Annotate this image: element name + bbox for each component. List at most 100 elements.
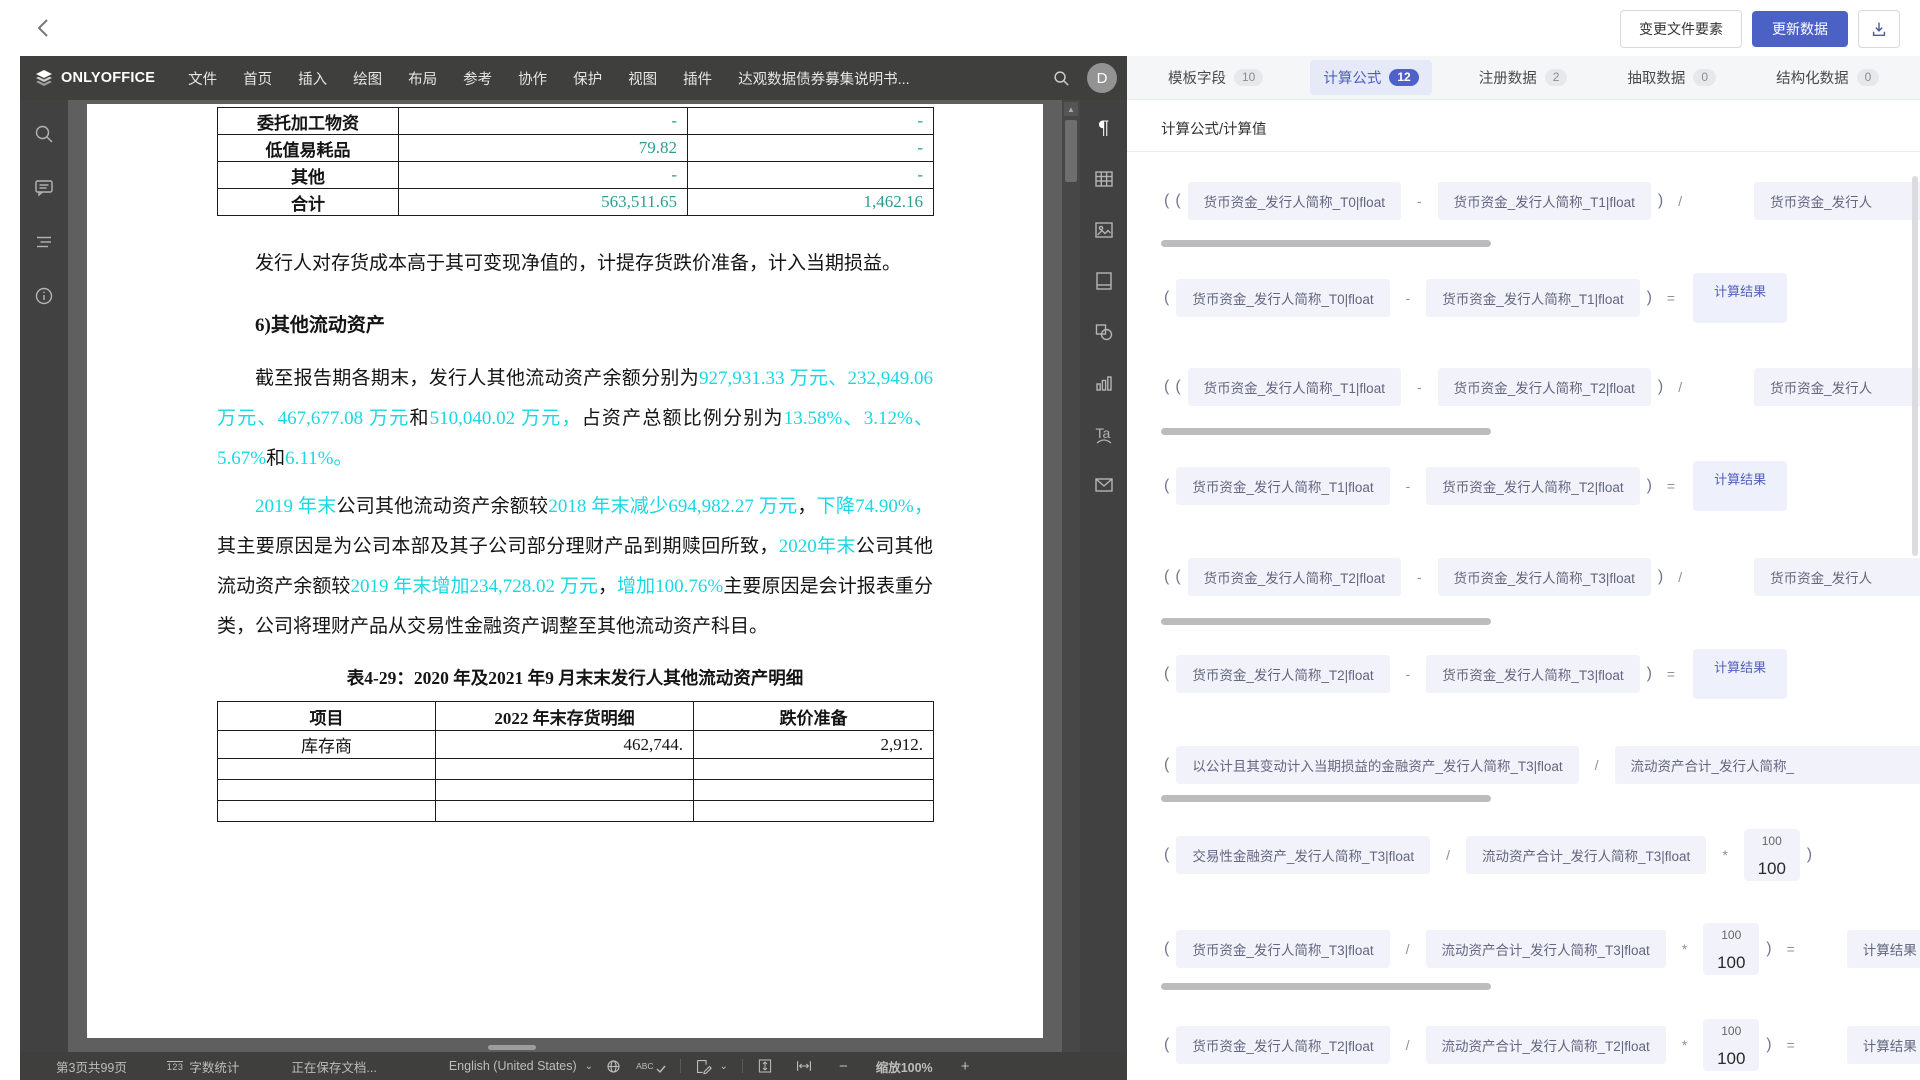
vertical-scrollbar-thumb[interactable] xyxy=(1065,120,1077,182)
formula-scrollbar[interactable] xyxy=(1161,983,1491,990)
search-icon[interactable] xyxy=(32,122,56,146)
field-chip[interactable]: 以公计且其变动计入当期损益的金融资产_发行人简称_T3|float xyxy=(1176,746,1578,784)
menu-item-10[interactable]: 插件 xyxy=(670,56,725,100)
image-settings-icon[interactable] xyxy=(1092,218,1116,242)
zoom-out-button[interactable]: − xyxy=(839,1058,848,1075)
table-header-row: 项目2022 年末存货明细跌价准备 xyxy=(218,702,934,731)
formula-scrollbar[interactable] xyxy=(1161,618,1491,625)
search-icon[interactable] xyxy=(1049,66,1073,90)
spellcheck-icon[interactable]: ABC xyxy=(636,1059,665,1074)
field-chip[interactable]: 货币资金_发行人简称_T2|float xyxy=(1176,655,1389,693)
formula-scrollbar[interactable] xyxy=(1161,428,1491,435)
field-chip[interactable]: 货币资金_发行人简称_T3|float xyxy=(1426,655,1639,693)
document-content: 委托加工物资--低值易耗品79.82-其他--合计563,511.651,462… xyxy=(217,104,933,822)
word-count[interactable]: 123 字数统计 xyxy=(167,1057,240,1076)
formula-scrollbar[interactable] xyxy=(1161,240,1491,247)
formula-row: (货币资金_发行人简称_T1|float-货币资金_发行人简称_T2|float… xyxy=(1161,458,1920,514)
menu-item-2[interactable]: 首页 xyxy=(230,56,285,100)
paren: ( xyxy=(1164,1036,1169,1054)
field-chip[interactable]: 货币资金_发行人简称_T1|float xyxy=(1438,182,1651,220)
field-chip-clipped[interactable]: 流动资产合计_发行人简称_ xyxy=(1615,746,1920,784)
field-chip-clipped[interactable]: 计算结果 xyxy=(1847,930,1920,968)
field-chip[interactable]: 货币资金_发行人简称_T2|float xyxy=(1176,1026,1389,1064)
tab-计算公式[interactable]: 计算公式12 xyxy=(1310,60,1431,95)
set-language-icon[interactable] xyxy=(605,1058,622,1075)
horizontal-scrollbar[interactable] xyxy=(488,1045,536,1050)
change-file-elements-button[interactable]: 变更文件要素 xyxy=(1620,10,1742,48)
chart-settings-icon[interactable] xyxy=(1092,371,1116,395)
shapes-settings-icon[interactable] xyxy=(1092,320,1116,344)
field-chip[interactable]: 货币资金_发行人简称_T1|float xyxy=(1426,279,1639,317)
menu-item-1[interactable]: 文件 xyxy=(175,56,230,100)
calc-result-chip[interactable]: 计算结果 xyxy=(1693,649,1787,699)
comments-icon[interactable] xyxy=(32,176,56,200)
field-chip-clipped[interactable]: 货币资金_发行人 xyxy=(1754,182,1920,220)
field-chip-clipped[interactable]: 货币资金_发行人 xyxy=(1754,558,1920,596)
zoom-level[interactable]: 缩放100% xyxy=(876,1057,933,1076)
menu-item-7[interactable]: 协作 xyxy=(505,56,560,100)
menu-item-5[interactable]: 布局 xyxy=(395,56,450,100)
table-cell-value: - xyxy=(399,162,688,189)
fraction-chip[interactable]: 100100 xyxy=(1744,829,1800,881)
field-chip[interactable]: 交易性金融资产_发行人简称_T3|float xyxy=(1176,836,1430,874)
fraction-chip[interactable]: 100100 xyxy=(1703,923,1759,975)
field-chip[interactable]: 货币资金_发行人简称_T2|float xyxy=(1438,368,1651,406)
download-button[interactable] xyxy=(1858,10,1900,48)
about-icon[interactable] xyxy=(32,284,56,308)
user-avatar[interactable]: D xyxy=(1087,63,1117,93)
scroll-up-icon[interactable]: ▲ xyxy=(1064,102,1078,116)
textart-settings-icon[interactable]: Ta xyxy=(1092,422,1116,446)
zoom-in-button[interactable]: + xyxy=(961,1058,970,1075)
tab-抽取数据[interactable]: 抽取数据0 xyxy=(1614,60,1729,95)
fraction-numerator: 100 xyxy=(1703,1025,1759,1037)
formula-scrollbar[interactable] xyxy=(1161,795,1491,802)
tab-模板字段[interactable]: 模板字段10 xyxy=(1155,60,1276,95)
fraction-chip[interactable]: 100100 xyxy=(1703,1019,1759,1071)
paren: ) xyxy=(1766,940,1771,958)
document-canvas[interactable]: 委托加工物资--低值易耗品79.82-其他--合计563,511.651,462… xyxy=(68,100,1062,1052)
field-chip[interactable]: 货币资金_发行人简称_T3|float xyxy=(1176,930,1389,968)
page-indicator[interactable]: 第3页共99页 xyxy=(56,1057,127,1076)
field-chip[interactable]: 货币资金_发行人简称_T3|float xyxy=(1438,558,1651,596)
navigation-icon[interactable] xyxy=(32,230,56,254)
language-selector[interactable]: English (United States)⌄ xyxy=(449,1059,593,1073)
tab-count-badge: 0 xyxy=(1693,69,1716,86)
menu-item-11[interactable]: 达观数据债券募集说明书... xyxy=(725,56,923,100)
update-data-button[interactable]: 更新数据 xyxy=(1752,11,1848,47)
field-chip-clipped[interactable]: 货币资金_发行人 xyxy=(1754,368,1920,406)
fit-page-icon[interactable] xyxy=(757,1058,773,1074)
menu-item-9[interactable]: 视图 xyxy=(615,56,670,100)
field-chip[interactable]: 货币资金_发行人简称_T1|float xyxy=(1176,467,1389,505)
menu-item-6[interactable]: 参考 xyxy=(450,56,505,100)
field-chip[interactable]: 流动资产合计_发行人简称_T2|float xyxy=(1426,1026,1666,1064)
calc-result-chip[interactable]: 计算结果 xyxy=(1693,273,1787,323)
tab-结构化数据[interactable]: 结构化数据0 xyxy=(1763,60,1892,95)
track-changes-icon[interactable]: ⌄ xyxy=(695,1058,728,1075)
fit-width-icon[interactable] xyxy=(795,1058,813,1074)
field-chip[interactable]: 货币资金_发行人简称_T2|float xyxy=(1188,558,1401,596)
field-chip-clipped[interactable]: 计算结果 xyxy=(1847,1026,1920,1064)
menu-item-8[interactable]: 保护 xyxy=(560,56,615,100)
mailmerge-settings-icon[interactable] xyxy=(1092,473,1116,497)
menu-item-3[interactable]: 插入 xyxy=(285,56,340,100)
field-chip[interactable]: 货币资金_发行人简称_T1|float xyxy=(1188,368,1401,406)
vertical-scrollbar[interactable]: ▲ xyxy=(1062,100,1080,1052)
field-chip[interactable]: 货币资金_发行人简称_T2|float xyxy=(1426,467,1639,505)
paragraph-settings-icon[interactable]: ¶ xyxy=(1092,116,1116,140)
field-chip[interactable]: 货币资金_发行人简称_T0|float xyxy=(1188,182,1401,220)
document-page[interactable]: 委托加工物资--低值易耗品79.82-其他--合计563,511.651,462… xyxy=(87,104,1043,1038)
field-chip[interactable]: 流动资产合计_发行人简称_T3|float xyxy=(1426,930,1666,968)
headerfooter-settings-icon[interactable] xyxy=(1092,269,1116,293)
table-settings-icon[interactable] xyxy=(1092,167,1116,191)
operator: / xyxy=(1406,1037,1410,1053)
field-chip[interactable]: 流动资产合计_发行人简称_T3|float xyxy=(1466,836,1706,874)
panel-scrollbar[interactable] xyxy=(1912,176,1918,556)
tab-注册数据[interactable]: 注册数据2 xyxy=(1466,60,1581,95)
table-empty-cell xyxy=(436,801,694,822)
back-icon[interactable] xyxy=(30,14,58,42)
menu-item-4[interactable]: 绘图 xyxy=(340,56,395,100)
calc-result-chip[interactable]: 计算结果 xyxy=(1693,461,1787,511)
formula-row: ((货币资金_发行人简称_T1|float-货币资金_发行人简称_T2|floa… xyxy=(1161,359,1920,415)
field-chip[interactable]: 货币资金_发行人简称_T0|float xyxy=(1176,279,1389,317)
left-toolbar xyxy=(20,100,68,1052)
